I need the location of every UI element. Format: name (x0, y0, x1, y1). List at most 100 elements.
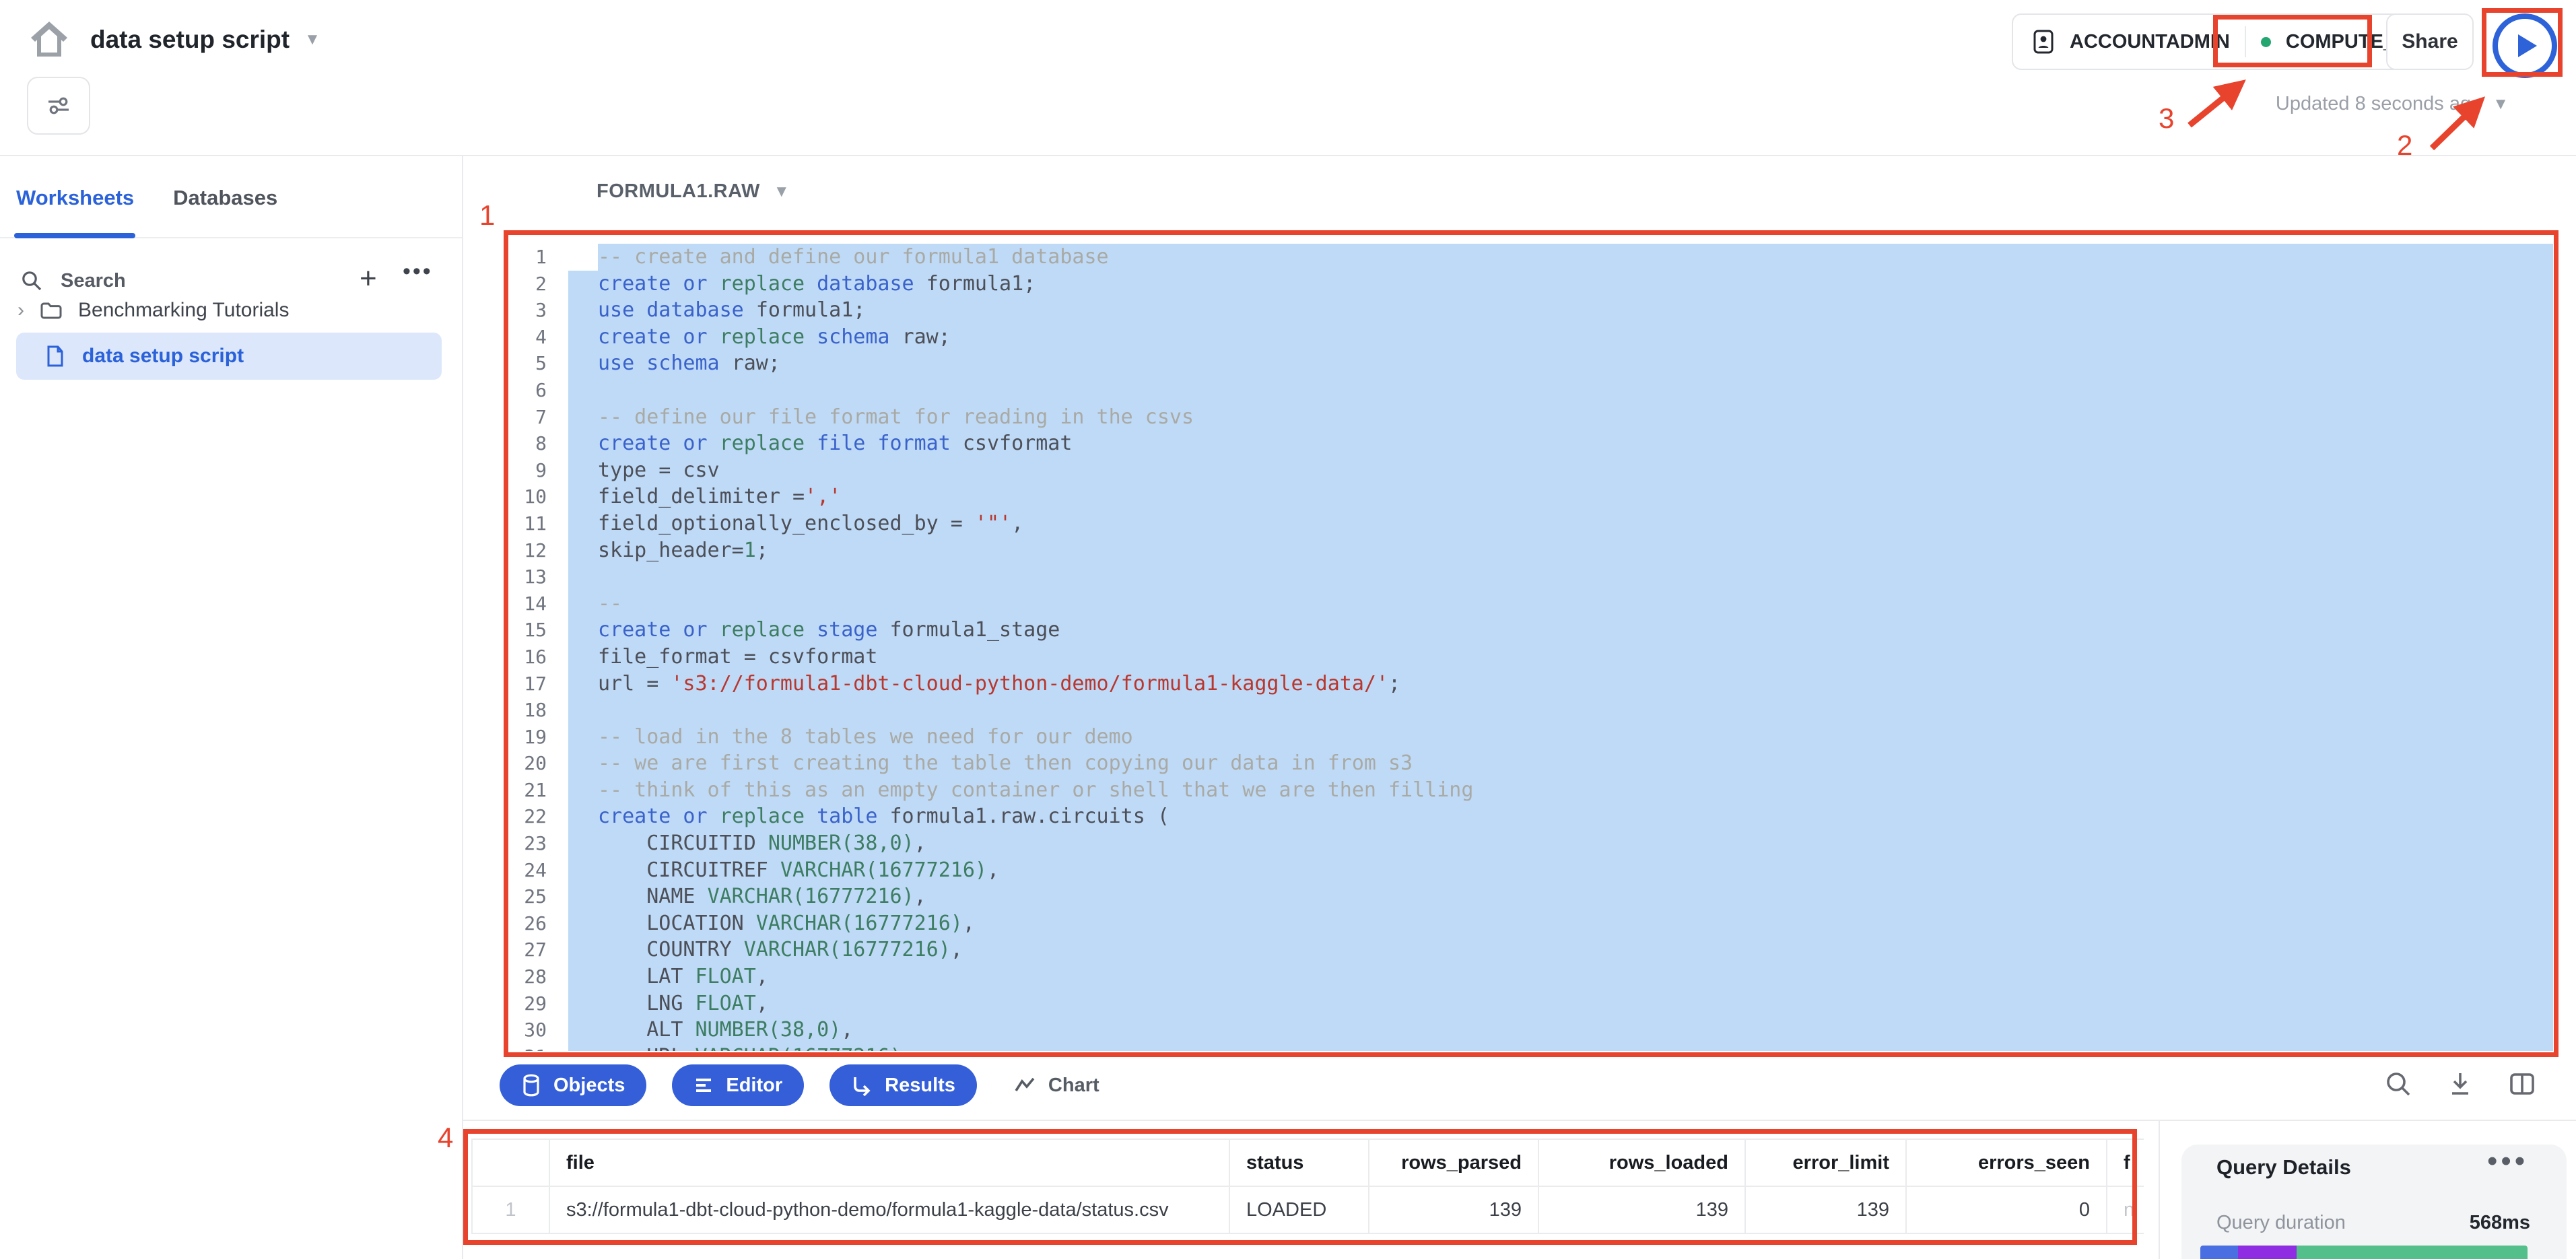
table-cell[interactable]: s3://formula1-dbt-cloud-python-demo/form… (550, 1187, 1230, 1233)
editor-label: Editor (726, 1075, 782, 1097)
duration-segment (2200, 1246, 2238, 1259)
top-header: data setup script ▼ ACCOUNTADMIN (0, 0, 2576, 156)
query-details-menu[interactable]: ••• (2487, 1145, 2528, 1178)
line-number-gutter: 1234567891011121314151617181920212223242… (506, 244, 547, 1051)
query-duration-bar (2200, 1246, 2528, 1259)
line-number: 27 (506, 937, 547, 963)
code-line: LAT FLOAT, (568, 963, 2553, 990)
column-header[interactable]: errors_seen (1907, 1140, 2107, 1186)
folder-label: Benchmarking Tutorials (78, 299, 289, 322)
query-details-title: Query Details (2216, 1155, 2351, 1180)
context-selector[interactable]: ACCOUNTADMIN COMPUTE_WH (2012, 13, 2447, 70)
search-icon (20, 269, 43, 292)
chart-line-icon (1013, 1076, 1036, 1095)
duration-segment (2297, 1246, 2528, 1259)
table-cell[interactable]: 139 (1539, 1187, 1746, 1233)
line-number: 6 (506, 377, 547, 404)
line-number: 11 (506, 510, 547, 537)
download-icon[interactable] (2445, 1069, 2475, 1099)
code-line: CIRCUITID NUMBER(38,0), (568, 830, 2553, 857)
code-line: create or replace database formula1; (568, 271, 2553, 298)
code-line (568, 564, 2553, 590)
home-icon[interactable] (28, 20, 70, 59)
table-cell[interactable]: 139 (1369, 1187, 1539, 1233)
share-button[interactable]: Share (2386, 13, 2474, 70)
line-number: 21 (506, 777, 547, 804)
play-icon (2518, 34, 2537, 57)
editor-button[interactable]: Editor (672, 1064, 804, 1106)
code-line: create or replace table formula1.raw.cir… (568, 803, 2553, 830)
share-label: Share (2402, 30, 2458, 53)
toolbar-divider (463, 1120, 2576, 1121)
objects-button[interactable]: Objects (500, 1064, 646, 1106)
updated-status-menu[interactable]: Updated 8 seconds ago ▼ (2276, 93, 2509, 115)
sidebar-more-button[interactable]: ••• (403, 259, 433, 285)
line-number: 3 (506, 297, 547, 324)
table-cell[interactable]: LOADED (1230, 1187, 1369, 1233)
split-view-icon[interactable] (2507, 1069, 2537, 1099)
active-tab-underline (14, 233, 135, 238)
search-results-icon[interactable] (2383, 1069, 2413, 1099)
table-cell[interactable]: n (2107, 1187, 2144, 1233)
worksheet-title-menu[interactable]: data setup script ▼ (90, 26, 320, 54)
tab-worksheets[interactable]: Worksheets (16, 186, 134, 210)
results-table[interactable]: filestatusrows_parsedrows_loadederror_li… (471, 1138, 2144, 1234)
code-line: -- think of this as an empty container o… (568, 777, 2553, 804)
duration-segment (2238, 1246, 2297, 1259)
results-button[interactable]: Results (829, 1064, 977, 1106)
column-header[interactable]: rows_parsed (1369, 1140, 1539, 1186)
chart-tab[interactable]: Chart (1013, 1075, 1099, 1097)
line-number: 18 (506, 697, 547, 724)
new-worksheet-button[interactable]: + (360, 264, 377, 294)
line-number: 12 (506, 537, 547, 564)
worksheet-settings-button[interactable] (27, 77, 90, 135)
code-line: use schema raw; (568, 350, 2553, 377)
code-line: use database formula1; (568, 297, 2553, 324)
line-number: 19 (506, 724, 547, 751)
search-placeholder: Search (61, 270, 126, 292)
code-line: -- load in the 8 tables we need for our … (568, 724, 2553, 751)
line-number: 16 (506, 644, 547, 671)
run-button[interactable] (2493, 13, 2557, 78)
tab-databases[interactable]: Databases (173, 186, 277, 210)
query-duration-value: 568ms (2343, 1212, 2530, 1234)
code-line: type = csv (568, 457, 2553, 484)
chart-label: Chart (1048, 1075, 1099, 1097)
role-badge-icon (2032, 28, 2055, 55)
table-cell[interactable]: 0 (1907, 1187, 2107, 1233)
line-number: 2 (506, 271, 547, 298)
column-header (473, 1140, 550, 1186)
column-header[interactable]: f (2107, 1140, 2144, 1186)
line-number: 1 (506, 244, 547, 271)
row-number: 1 (473, 1187, 550, 1233)
line-number: 8 (506, 430, 547, 457)
sql-editor[interactable]: -- create and define our formula1 databa… (568, 244, 2553, 1051)
results-actions (2383, 1069, 2537, 1099)
database-schema-selector[interactable]: FORMULA1.RAW ▼ (597, 180, 790, 203)
code-line: -- (568, 590, 2553, 617)
editor-lines-icon (693, 1075, 714, 1095)
table-header-row: filestatusrows_parsedrows_loadederror_li… (473, 1140, 2144, 1187)
search-input[interactable]: Search (20, 269, 126, 292)
context-selector-label: FORMULA1.RAW (597, 180, 760, 203)
left-sidebar: Worksheets Databases Search + ••• › Benc… (0, 156, 463, 1259)
column-header[interactable]: file (550, 1140, 1230, 1186)
column-header[interactable]: status (1230, 1140, 1369, 1186)
column-header[interactable]: rows_loaded (1539, 1140, 1746, 1186)
code-line: create or replace stage formula1_stage (568, 617, 2553, 644)
column-header[interactable]: error_limit (1746, 1140, 1907, 1186)
code-line: create or replace file format csvformat (568, 430, 2553, 457)
table-cell[interactable]: 139 (1746, 1187, 1907, 1233)
line-number: 13 (506, 564, 547, 590)
line-number: 14 (506, 590, 547, 617)
sidebar-item-folder[interactable]: › Benchmarking Tutorials (18, 299, 289, 322)
sidebar-item-worksheet-selected[interactable]: data setup script (16, 333, 442, 380)
code-line (568, 697, 2553, 724)
results-label: Results (885, 1075, 955, 1097)
line-number: 20 (506, 750, 547, 777)
line-number: 10 (506, 483, 547, 510)
snowsight-worksheet-app: data setup script ▼ ACCOUNTADMIN (0, 0, 2576, 1259)
line-number: 31 (506, 1044, 547, 1051)
line-number: 28 (506, 963, 547, 990)
chevron-down-icon: ▼ (2493, 95, 2509, 114)
